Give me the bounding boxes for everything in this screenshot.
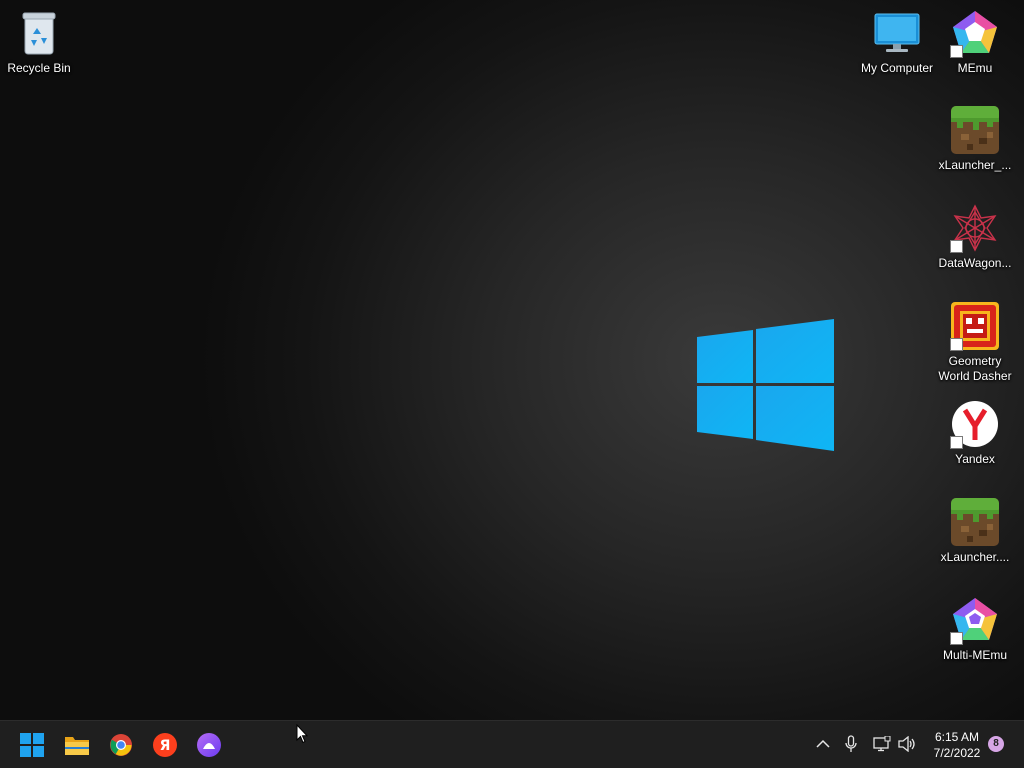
desktop-icon-label: DataWagon... bbox=[938, 256, 1012, 270]
chevron-up-icon bbox=[816, 739, 830, 748]
taskbar: Я 6:15 AM 7/2/2022 bbox=[0, 720, 1024, 768]
monitor-icon bbox=[872, 8, 922, 58]
folder-icon bbox=[65, 737, 89, 755]
datawagon-icon bbox=[950, 203, 1000, 253]
alice-assistant-icon bbox=[197, 733, 221, 757]
taskbar-yandex-button[interactable]: Я bbox=[149, 729, 181, 761]
microphone-button[interactable] bbox=[840, 733, 862, 755]
minecraft-grass-block-icon bbox=[950, 105, 1000, 155]
desktop-icon-xlauncher-1[interactable]: xLauncher_... bbox=[936, 105, 1014, 173]
desktop-icon-label: Recycle Bin bbox=[7, 61, 71, 75]
multi-memu-icon bbox=[950, 595, 1000, 645]
svg-text:Я: Я bbox=[160, 738, 171, 754]
network-icon bbox=[873, 736, 891, 752]
volume-button[interactable] bbox=[896, 733, 918, 755]
yandex-icon: Я bbox=[153, 733, 177, 757]
desktop-icon-yandex[interactable]: Yandex bbox=[936, 399, 1014, 467]
desktop-icon-label: xLauncher.... bbox=[940, 550, 1010, 564]
desktop-icon-label: Multi-MEmu bbox=[942, 648, 1007, 662]
taskbar-alice-button[interactable] bbox=[193, 729, 225, 761]
shortcut-arrow-icon bbox=[950, 436, 963, 449]
desktop-icon-my-computer[interactable]: My Computer bbox=[858, 8, 936, 76]
network-button[interactable] bbox=[871, 733, 893, 755]
clock-date: 7/2/2022 bbox=[933, 746, 981, 760]
desktop-icon-label: Yandex bbox=[955, 452, 995, 466]
shortcut-arrow-icon bbox=[950, 240, 963, 253]
taskbar-chrome-button[interactable] bbox=[105, 729, 137, 761]
windows-wallpaper-logo bbox=[697, 319, 834, 451]
windows-start-icon bbox=[20, 733, 44, 757]
desktop-icon-label: MEmu bbox=[957, 61, 993, 75]
clock-time: 6:15 AM bbox=[934, 730, 980, 744]
desktop-icon-geometry-world-dasher[interactable]: Geometry World Dasher bbox=[936, 301, 1014, 384]
system-clock[interactable]: 6:15 AM 7/2/2022 bbox=[926, 729, 988, 761]
speaker-icon bbox=[898, 736, 915, 752]
desktop-icon-label: Geometry World Dasher bbox=[938, 354, 1012, 383]
desktop-icon-label: My Computer bbox=[860, 61, 934, 75]
desktop-icon-datawagon[interactable]: DataWagon... bbox=[936, 203, 1014, 271]
desktop-icon-memu[interactable]: MEmu bbox=[936, 8, 1014, 76]
microphone-icon bbox=[845, 735, 857, 752]
mouse-pointer-icon bbox=[296, 724, 308, 744]
shortcut-arrow-icon bbox=[950, 45, 963, 58]
desktop-icon-multi-memu[interactable]: Multi-MEmu bbox=[936, 595, 1014, 663]
desktop[interactable]: Recycle Bin My Computer MEmu xLauncher_.… bbox=[0, 0, 1024, 720]
start-button[interactable] bbox=[16, 729, 48, 761]
shortcut-arrow-icon bbox=[950, 632, 963, 645]
recycle-bin-icon bbox=[14, 8, 64, 58]
memu-icon bbox=[950, 8, 1000, 58]
desktop-icon-xlauncher-2[interactable]: xLauncher.... bbox=[936, 497, 1014, 565]
geometry-dash-icon bbox=[950, 301, 1000, 351]
minecraft-grass-block-icon bbox=[950, 497, 1000, 547]
yandex-browser-icon bbox=[950, 399, 1000, 449]
chrome-icon bbox=[110, 734, 132, 756]
desktop-icon-label: xLauncher_... bbox=[938, 158, 1012, 172]
desktop-icon-recycle-bin[interactable]: Recycle Bin bbox=[0, 8, 78, 76]
show-hidden-icons-button[interactable] bbox=[812, 733, 834, 755]
shortcut-arrow-icon bbox=[950, 338, 963, 351]
notification-count-badge[interactable]: 8 bbox=[988, 736, 1004, 752]
taskbar-file-explorer-button[interactable] bbox=[61, 729, 93, 761]
